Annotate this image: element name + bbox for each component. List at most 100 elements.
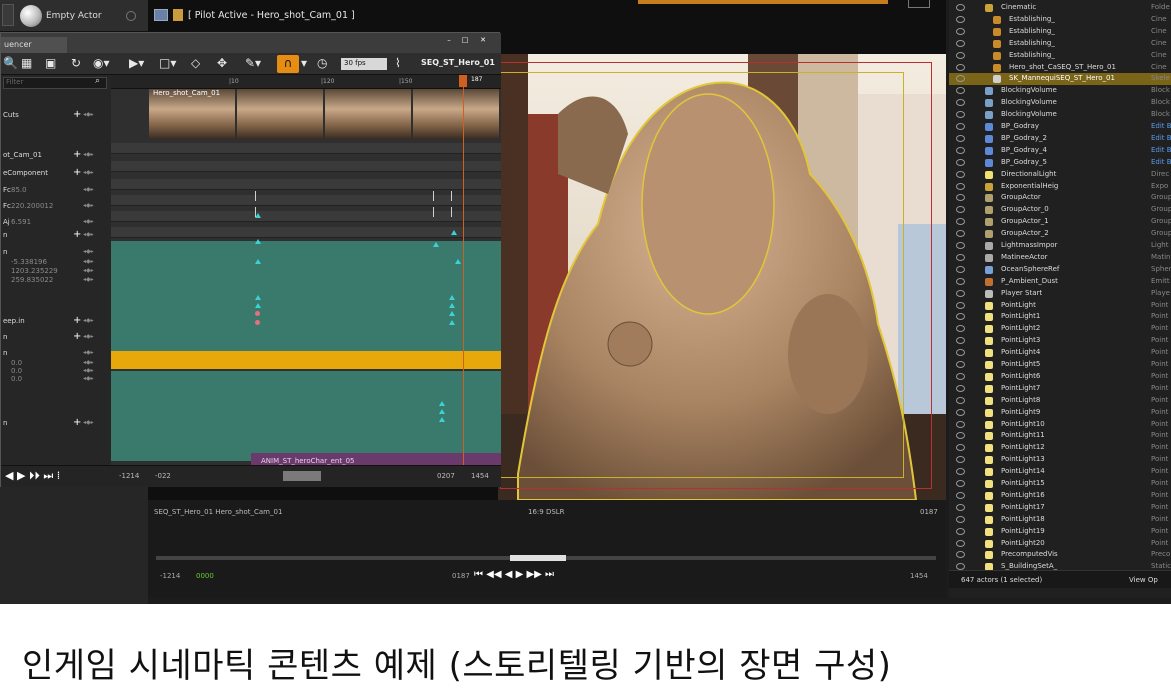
cut-marker[interactable]: [433, 207, 434, 217]
search-icon[interactable]: 🔍: [3, 56, 18, 70]
visibility-eye-icon[interactable]: [956, 158, 965, 166]
visibility-eye-icon[interactable]: [956, 539, 965, 547]
key-nav-icon[interactable]: ◂◆▸: [83, 218, 94, 225]
visibility-eye-icon[interactable]: [956, 456, 965, 464]
visibility-eye-icon[interactable]: [956, 253, 965, 261]
key-nav-icon[interactable]: ◂◆▸: [83, 317, 94, 324]
hierarchy-icon[interactable]: ⌇: [395, 56, 401, 70]
maximize-icon[interactable]: □: [459, 36, 471, 46]
viewport-toolbar[interactable]: [638, 0, 888, 4]
cut-marker[interactable]: [255, 207, 256, 217]
visibility-eye-icon[interactable]: [956, 325, 965, 333]
outliner-row[interactable]: PointLight20 Point: [949, 538, 1171, 550]
key-nav-icon[interactable]: ◂◆▸: [83, 333, 94, 340]
timeline-track-row[interactable]: [111, 161, 501, 172]
cut-marker[interactable]: [451, 207, 452, 217]
transform-track-section[interactable]: [111, 371, 501, 461]
layout-grid-icon[interactable]: [908, 0, 930, 8]
timeline-track-row[interactable]: [111, 143, 501, 154]
outliner-row[interactable]: PointLight2 Point: [949, 323, 1171, 335]
outliner-row[interactable]: PointLight9 Point: [949, 407, 1171, 419]
outliner-row[interactable]: BP_Godray_5 Edit B: [949, 157, 1171, 169]
keyframe-marker[interactable]: [255, 320, 260, 325]
loop-icon[interactable]: ↻: [71, 56, 81, 70]
outliner-row[interactable]: PointLight4 Point: [949, 347, 1171, 359]
outliner-row[interactable]: Establishing_ Cine: [949, 26, 1171, 38]
keyframe-marker[interactable]: [255, 259, 261, 264]
outliner-row[interactable]: GroupActor_2 Group: [949, 228, 1171, 240]
visibility-eye-icon[interactable]: [956, 230, 965, 238]
outliner-row[interactable]: ExponentialHeig Expo: [949, 181, 1171, 193]
visibility-eye-icon[interactable]: [956, 63, 965, 71]
play-options-icon[interactable]: ▶▾: [129, 56, 144, 70]
visibility-eye-icon[interactable]: [956, 51, 965, 59]
track-value[interactable]: 0.0: [11, 367, 22, 375]
track-value[interactable]: 259.835022: [11, 276, 53, 284]
outliner-row[interactable]: PointLight10 Point: [949, 419, 1171, 431]
empty-actor-item[interactable]: Empty Actor: [0, 0, 148, 32]
outliner-row[interactable]: PointLight5 Point: [949, 359, 1171, 371]
outliner-row[interactable]: SK_MannequiSEQ_ST_Hero_01 Skele: [949, 73, 1171, 86]
outliner-row[interactable]: DirectionalLight Direc: [949, 169, 1171, 181]
key-nav-icon[interactable]: ◂◆▸: [83, 375, 94, 382]
visibility-eye-icon[interactable]: [956, 313, 965, 321]
visibility-eye-icon[interactable]: [956, 444, 965, 452]
visibility-eye-icon[interactable]: [956, 515, 965, 523]
keyframe-marker[interactable]: [449, 303, 455, 308]
keyframe-marker[interactable]: [255, 239, 261, 244]
outliner-row[interactable]: PointLight6 Point: [949, 371, 1171, 383]
transport-buttons[interactable]: ⏮ ◀◀ ◀ ▶ ▶▶ ⏭: [474, 569, 554, 580]
outliner-row[interactable]: GroupActor Group: [949, 192, 1171, 204]
outliner-row[interactable]: Player Start Playe: [949, 288, 1171, 300]
track-filter-input[interactable]: Filter: [3, 77, 107, 89]
outliner-row[interactable]: P_Ambient_Dust Emitt: [949, 276, 1171, 288]
outliner-row[interactable]: BP_Godray_2 Edit B: [949, 133, 1171, 145]
key-nav-icon[interactable]: ◂◆▸: [83, 419, 94, 426]
key-nav-icon[interactable]: ◂◆▸: [83, 276, 94, 283]
track-value[interactable]: -5.338196: [11, 258, 47, 266]
outliner-row[interactable]: BP_Godray_4 Edit B: [949, 145, 1171, 157]
pen-icon[interactable]: ✎▾: [245, 56, 261, 70]
visibility-eye-icon[interactable]: [956, 170, 965, 178]
visibility-eye-icon[interactable]: [956, 134, 965, 142]
cut-marker[interactable]: [255, 191, 256, 201]
outliner-row[interactable]: MatineeActor Matin: [949, 252, 1171, 264]
visibility-eye-icon[interactable]: [956, 468, 965, 476]
timeline-track-row[interactable]: [111, 211, 501, 222]
key-nav-icon[interactable]: ◂◆▸: [83, 349, 94, 356]
outliner-row[interactable]: BlockingVolume Block: [949, 85, 1171, 97]
outliner-row[interactable]: BlockingVolume Block: [949, 109, 1171, 121]
timeline-track-row[interactable]: [111, 195, 501, 206]
outliner-row[interactable]: PointLight1 Point: [949, 311, 1171, 323]
visibility-eye-icon[interactable]: [956, 480, 965, 487]
outliner-row[interactable]: Establishing_ Cine: [949, 50, 1171, 62]
keyframe-marker[interactable]: [439, 417, 445, 422]
visibility-eye-icon[interactable]: [956, 218, 965, 226]
visibility-eye-icon[interactable]: [956, 39, 965, 47]
outliner-row[interactable]: PrecomputedVis Preco: [949, 549, 1171, 561]
visibility-eye-icon[interactable]: [956, 265, 965, 273]
timeline-scrollbar[interactable]: [283, 471, 321, 481]
outliner-row[interactable]: Hero_shot_CaSEQ_ST_Hero_01 Cine: [949, 62, 1171, 74]
key-nav-icon[interactable]: ◂◆▸: [83, 359, 94, 366]
key-nav-icon[interactable]: ◂◆▸: [83, 248, 94, 255]
track-value[interactable]: 0.0: [11, 359, 22, 367]
timeline-track-row[interactable]: [111, 179, 501, 190]
selection-icon[interactable]: □▾: [159, 56, 176, 70]
keyframe-marker[interactable]: [255, 303, 261, 308]
key-nav-icon[interactable]: ◂◆▸: [83, 267, 94, 274]
add-track-icon[interactable]: +: [73, 417, 81, 428]
outliner-row[interactable]: BlockingVolume Block: [949, 97, 1171, 109]
outliner-row[interactable]: PointLight16 Point: [949, 490, 1171, 502]
track-value[interactable]: 0.0: [11, 375, 22, 383]
add-track-icon[interactable]: +: [73, 331, 81, 342]
outliner-row[interactable]: Establishing_ Cine: [949, 38, 1171, 50]
key-nav-icon[interactable]: ◂◆▸: [83, 186, 94, 193]
outliner-row[interactable]: LightmassImpor Light: [949, 240, 1171, 252]
outliner-row[interactable]: PointLight14 Point: [949, 466, 1171, 478]
panel-handle[interactable]: [2, 4, 14, 26]
key-nav-icon[interactable]: ◂◆▸: [83, 367, 94, 374]
visibility-eye-icon[interactable]: [956, 408, 965, 416]
outliner-row[interactable]: Cinematic Folde: [949, 2, 1171, 14]
outliner-row[interactable]: PointLight12 Point: [949, 442, 1171, 454]
